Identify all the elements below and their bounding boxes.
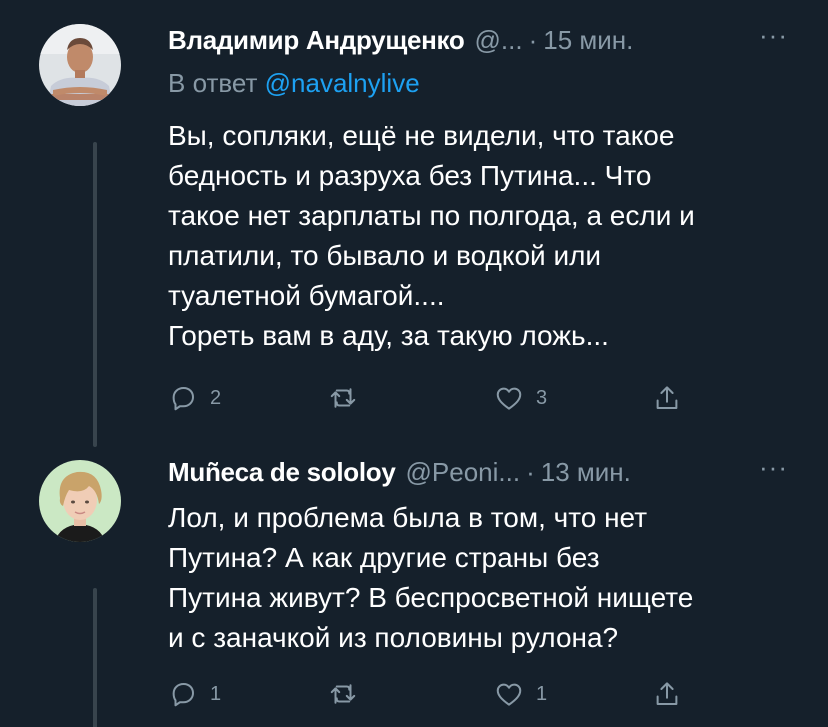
tweet-text-line: Лол, и проблема была в том, что нет xyxy=(168,502,648,533)
reply-icon xyxy=(172,387,194,411)
retweet-button[interactable] xyxy=(328,380,370,416)
thread-line xyxy=(93,142,97,447)
separator-dot: · xyxy=(526,456,535,487)
more-icon[interactable]: ··· xyxy=(759,20,788,51)
tweet-actions: 1 1 xyxy=(168,676,708,712)
tweet-text-line: такое нет зарплаты по полгода, а если и xyxy=(168,200,695,231)
tweet-text-line: и с заначкой из половины рулона? xyxy=(168,622,619,653)
reply-icon xyxy=(172,683,194,707)
like-icon xyxy=(496,387,522,410)
reply-thread: Владимир Андрущенко @... · 15 мин. ··· В… xyxy=(0,0,828,727)
retweet-icon xyxy=(330,388,356,408)
timestamp[interactable]: 15 мин. xyxy=(543,25,633,56)
tweet-text-line: платили, то бывало и водкой или xyxy=(168,240,602,271)
tweet-header: Владимир Андрущенко @... · 15 мин. ··· xyxy=(168,20,788,58)
tweet[interactable]: Muñeca de sololoy @Peoni... · 13 мин. ··… xyxy=(0,440,828,727)
tweet-text-line: Путина? А как другие страны без xyxy=(168,542,600,573)
share-icon xyxy=(656,386,678,409)
share-button[interactable] xyxy=(652,676,682,712)
like-icon xyxy=(496,683,522,706)
reply-prefix: В ответ xyxy=(168,68,265,98)
reply-mention-link[interactable]: @navalnylive xyxy=(265,68,420,98)
retweet-button[interactable] xyxy=(328,676,370,712)
like-button[interactable]: 1 xyxy=(494,676,547,712)
timestamp[interactable]: 13 мин. xyxy=(541,457,631,488)
tweet-text-line: туалетной бумагой.... xyxy=(168,280,445,311)
like-count: 3 xyxy=(536,386,548,409)
reply-button[interactable]: 2 xyxy=(168,380,221,416)
avatar-image xyxy=(39,24,121,106)
share-button[interactable] xyxy=(652,380,682,416)
tweet-text-line: Путина живут? В беспросветной нищете xyxy=(168,582,694,613)
reply-count: 2 xyxy=(210,386,222,409)
avatar[interactable] xyxy=(39,24,121,106)
thread-line xyxy=(93,588,97,727)
tweet[interactable]: Владимир Андрущенко @... · 15 мин. ··· В… xyxy=(0,0,828,447)
author-handle[interactable]: @... xyxy=(475,25,523,56)
reply-button[interactable]: 1 xyxy=(168,676,221,712)
author-name[interactable]: Muñeca de sololoy xyxy=(168,457,396,488)
like-count: 1 xyxy=(536,682,548,705)
share-icon xyxy=(656,682,678,705)
avatar[interactable] xyxy=(39,460,121,542)
tweet-text: Лол, и проблема была в том, что нет Пути… xyxy=(168,498,798,658)
retweet-icon xyxy=(330,684,356,704)
tweet-text-line: Вы, сопляки, ещё не видели, что такое xyxy=(168,120,675,151)
tweet-text-line: Гореть вам в аду, за такую ложь... xyxy=(168,320,609,351)
like-button[interactable]: 3 xyxy=(494,380,547,416)
tweet-text: Вы, сопляки, ещё не видели, что такое бе… xyxy=(168,116,798,356)
reply-count: 1 xyxy=(210,682,222,705)
tweet-header: Muñeca de sololoy @Peoni... · 13 мин. ··… xyxy=(168,452,788,490)
tweet-text-line: бедность и разруха без Путина... Что xyxy=(168,160,652,191)
avatar-image xyxy=(39,460,121,542)
more-icon[interactable]: ··· xyxy=(759,452,788,483)
reply-context: В ответ @navalnylive xyxy=(168,68,420,99)
author-name[interactable]: Владимир Андрущенко xyxy=(168,25,465,56)
author-handle[interactable]: @Peoni... xyxy=(406,457,521,488)
separator-dot: · xyxy=(528,24,538,55)
tweet-actions: 2 3 xyxy=(168,380,708,416)
